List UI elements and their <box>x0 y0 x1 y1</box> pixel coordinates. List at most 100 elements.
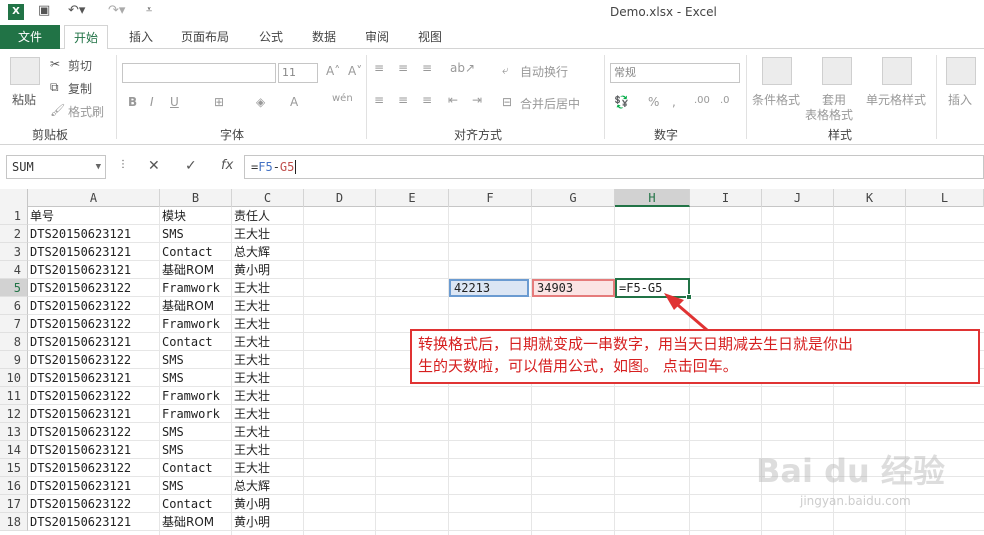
redo-icon[interactable]: ↷▾ <box>108 3 125 18</box>
phonetic-button[interactable]: wén <box>332 93 353 104</box>
align-middle-icon[interactable]: ≡ <box>398 61 408 75</box>
cell-a4[interactable]: DTS20150623121 <box>28 261 131 279</box>
cell-a6[interactable]: DTS20150623122 <box>28 297 131 315</box>
cell-h5-active[interactable]: =F5-G5 <box>615 278 692 300</box>
cut-icon[interactable]: ✂ <box>50 57 60 71</box>
cell-c9[interactable]: 王大壮 <box>232 351 270 369</box>
cell-a11[interactable]: DTS20150623122 <box>28 387 131 405</box>
row-header-18[interactable]: 18 <box>0 513 28 531</box>
font-color-button[interactable]: A <box>290 95 298 109</box>
insert-function-button[interactable]: fx <box>221 158 233 173</box>
format-painter-icon[interactable]: 🖌 <box>50 103 65 117</box>
column-header-a[interactable]: A <box>28 189 160 207</box>
row-header-9[interactable]: 9 <box>0 351 28 369</box>
cell-b9[interactable]: SMS <box>160 351 184 369</box>
row-header-1[interactable]: 1 <box>0 207 28 225</box>
row-header-14[interactable]: 14 <box>0 441 28 459</box>
row-header-10[interactable]: 10 <box>0 369 28 387</box>
cell-c18[interactable]: 黄小明 <box>232 513 270 531</box>
cell-a17[interactable]: DTS20150623122 <box>28 495 131 513</box>
row-header-17[interactable]: 17 <box>0 495 28 513</box>
conditional-format-button[interactable]: 条件格式 <box>752 91 800 108</box>
cell-a18[interactable]: DTS20150623121 <box>28 513 131 531</box>
cell-a14[interactable]: DTS20150623121 <box>28 441 131 459</box>
column-header-i[interactable]: I <box>690 189 762 207</box>
cell-c14[interactable]: 王大壮 <box>232 441 270 459</box>
cell-a8[interactable]: DTS20150623121 <box>28 333 131 351</box>
cell-c7[interactable]: 王大壮 <box>232 315 270 333</box>
cell-b11[interactable]: Framwork <box>160 387 220 405</box>
cell-b15[interactable]: Contact <box>160 459 213 477</box>
cell-c13[interactable]: 王大壮 <box>232 423 270 441</box>
enter-check-icon[interactable]: ✓ <box>185 158 197 174</box>
grow-font-icon[interactable]: A˄ <box>326 64 340 78</box>
save-icon[interactable]: ▣ <box>38 3 50 18</box>
row-header-2[interactable]: 2 <box>0 225 28 243</box>
cell-c3[interactable]: 总大辉 <box>232 243 270 261</box>
column-header-h[interactable]: H <box>615 189 690 207</box>
paste-icon[interactable] <box>10 57 40 85</box>
cell-c8[interactable]: 王大壮 <box>232 333 270 351</box>
cell-b18[interactable]: 基础ROM <box>160 513 214 531</box>
cell-c17[interactable]: 黄小明 <box>232 495 270 513</box>
cell-b8[interactable]: Contact <box>160 333 213 351</box>
align-bottom-icon[interactable]: ≡ <box>422 61 432 75</box>
undo-icon[interactable]: ↶▾ <box>68 3 85 18</box>
row-header-4[interactable]: 4 <box>0 261 28 279</box>
cell-a2[interactable]: DTS20150623121 <box>28 225 131 243</box>
insert-cells-icon[interactable] <box>946 57 976 85</box>
cell-a13[interactable]: DTS20150623122 <box>28 423 131 441</box>
align-center-icon[interactable]: ≡ <box>398 93 408 107</box>
align-right-icon[interactable]: ≡ <box>422 93 432 107</box>
column-header-f[interactable]: F <box>449 189 532 207</box>
cell-b7[interactable]: Framwork <box>160 315 220 333</box>
column-header-j[interactable]: J <box>762 189 834 207</box>
fill-handle[interactable] <box>686 294 692 300</box>
cell-b16[interactable]: SMS <box>160 477 184 495</box>
row-header-11[interactable]: 11 <box>0 387 28 405</box>
cell-styles-button[interactable]: 单元格样式 <box>866 91 926 108</box>
tab-home[interactable]: 开始 <box>64 25 109 50</box>
column-header-d[interactable]: D <box>304 189 376 207</box>
merge-center-button[interactable]: 合并后居中 <box>520 95 580 112</box>
cell-a12[interactable]: DTS20150623121 <box>28 405 131 423</box>
row-header-16[interactable]: 16 <box>0 477 28 495</box>
align-top-icon[interactable]: ≡ <box>374 61 384 75</box>
insert-cells-button[interactable]: 插入 <box>948 91 972 108</box>
cell-f5[interactable]: 42213 <box>449 279 529 297</box>
cell-a1[interactable]: 单号 <box>28 207 54 225</box>
cell-c11[interactable]: 王大壮 <box>232 387 270 405</box>
shrink-font-icon[interactable]: A˅ <box>348 64 362 78</box>
cell-b3[interactable]: Contact <box>160 243 213 261</box>
number-format-box[interactable]: 常规 <box>610 63 740 83</box>
row-header-8[interactable]: 8 <box>0 333 28 351</box>
cell-c2[interactable]: 王大壮 <box>232 225 270 243</box>
column-header-e[interactable]: E <box>376 189 449 207</box>
tab-page-layout[interactable]: 页面布局 <box>181 25 229 49</box>
select-all-corner[interactable] <box>0 189 28 207</box>
column-header-k[interactable]: K <box>834 189 906 207</box>
wrap-text-button[interactable]: 自动换行 <box>520 63 568 80</box>
cell-a15[interactable]: DTS20150623122 <box>28 459 131 477</box>
cell-b1[interactable]: 模块 <box>160 207 186 225</box>
orientation-icon[interactable]: ab↗ <box>450 61 475 75</box>
borders-icon[interactable]: ⊞ <box>214 95 224 109</box>
cell-a9[interactable]: DTS20150623122 <box>28 351 131 369</box>
format-table-icon[interactable] <box>822 57 852 85</box>
column-header-l[interactable]: L <box>906 189 984 207</box>
currency-icon[interactable]: 💱 <box>614 95 629 109</box>
tab-insert[interactable]: 插入 <box>129 25 153 49</box>
comma-style-icon[interactable]: , <box>672 95 676 109</box>
fill-color-icon[interactable]: ◈ <box>256 95 265 109</box>
align-left-icon[interactable]: ≡ <box>374 93 384 107</box>
italic-button[interactable]: I <box>150 95 154 109</box>
cell-b13[interactable]: SMS <box>160 423 184 441</box>
cell-b2[interactable]: SMS <box>160 225 184 243</box>
cell-a3[interactable]: DTS20150623121 <box>28 243 131 261</box>
cell-c10[interactable]: 王大壮 <box>232 369 270 387</box>
row-header-7[interactable]: 7 <box>0 315 28 333</box>
cell-b14[interactable]: SMS <box>160 441 184 459</box>
tab-view[interactable]: 视图 <box>418 25 442 49</box>
cell-g5[interactable]: 34903 <box>532 279 615 297</box>
row-header-5[interactable]: 5 <box>0 279 28 297</box>
